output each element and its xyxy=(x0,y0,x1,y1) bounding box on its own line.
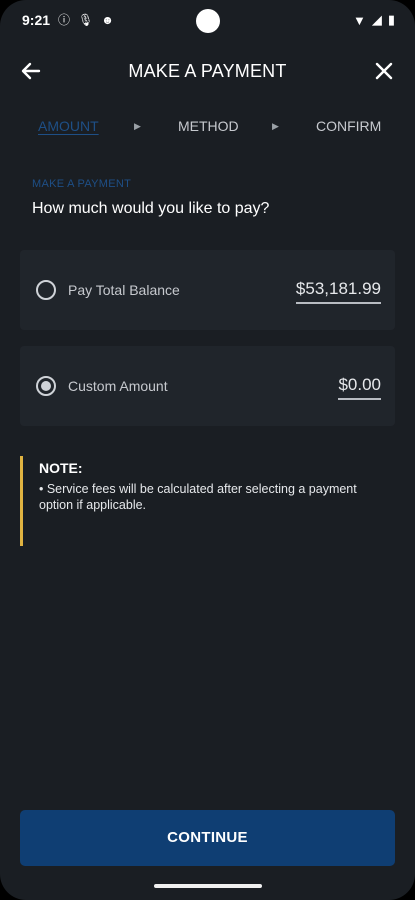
mic-icon: 🎙 xyxy=(78,13,94,27)
step-indicator: AMOUNT ▶ METHOD ▶ CONFIRM xyxy=(0,118,415,138)
signal-icon: ◢ xyxy=(371,12,382,27)
wifi-icon: ▼ xyxy=(352,12,366,28)
payment-screen: 9:21 ⓘ 🎙 ☻ ▼ ◢ ▮ MAKE A PAYMENT AMOUNT ▶… xyxy=(0,0,415,900)
camera-cutout xyxy=(196,9,220,33)
step-confirm: CONFIRM xyxy=(316,118,382,134)
status-bar: 9:21 ⓘ 🎙 ☻ ▼ ◢ ▮ xyxy=(0,0,415,42)
option-custom-amount[interactable]: Custom Amount $0.00 xyxy=(20,346,395,426)
custom-amount-input[interactable]: $0.00 xyxy=(338,375,381,400)
note-title: NOTE: xyxy=(39,460,83,476)
note-box: NOTE: • Service fees will be calculated … xyxy=(20,456,390,546)
option-amount: $53,181.99 xyxy=(295,279,381,304)
note-accent-bar xyxy=(20,456,23,546)
note-text: • Service fees will be calculated after … xyxy=(39,482,357,512)
face-icon: ☻ xyxy=(101,13,114,27)
step-method: METHOD xyxy=(178,118,239,134)
info-circle-icon: ⓘ xyxy=(58,13,71,27)
step-arrow-icon: ▶ xyxy=(134,121,141,131)
option-label: Custom Amount xyxy=(68,378,168,394)
question-heading: How much would you like to pay? xyxy=(32,200,270,217)
radio-button[interactable] xyxy=(36,376,56,396)
home-indicator[interactable] xyxy=(154,884,262,888)
radio-button[interactable] xyxy=(36,280,56,300)
step-arrow-icon: ▶ xyxy=(272,121,279,131)
option-pay-total-balance[interactable]: Pay Total Balance $53,181.99 xyxy=(20,250,395,330)
page-title: MAKE A PAYMENT xyxy=(128,61,287,81)
close-icon[interactable] xyxy=(371,58,397,84)
step-amount[interactable]: AMOUNT xyxy=(38,118,99,134)
header: MAKE A PAYMENT xyxy=(0,48,415,94)
status-icons-right: ▼ ◢ ▮ xyxy=(353,12,395,28)
status-time: 9:21 xyxy=(22,12,51,28)
continue-button[interactable]: CONTINUE xyxy=(20,810,395,866)
section-label: MAKE A PAYMENT xyxy=(32,178,132,190)
status-icons-left: ⓘ 🎙 ☻ xyxy=(58,12,114,28)
option-label: Pay Total Balance xyxy=(68,282,180,298)
battery-icon: ▮ xyxy=(387,12,395,27)
